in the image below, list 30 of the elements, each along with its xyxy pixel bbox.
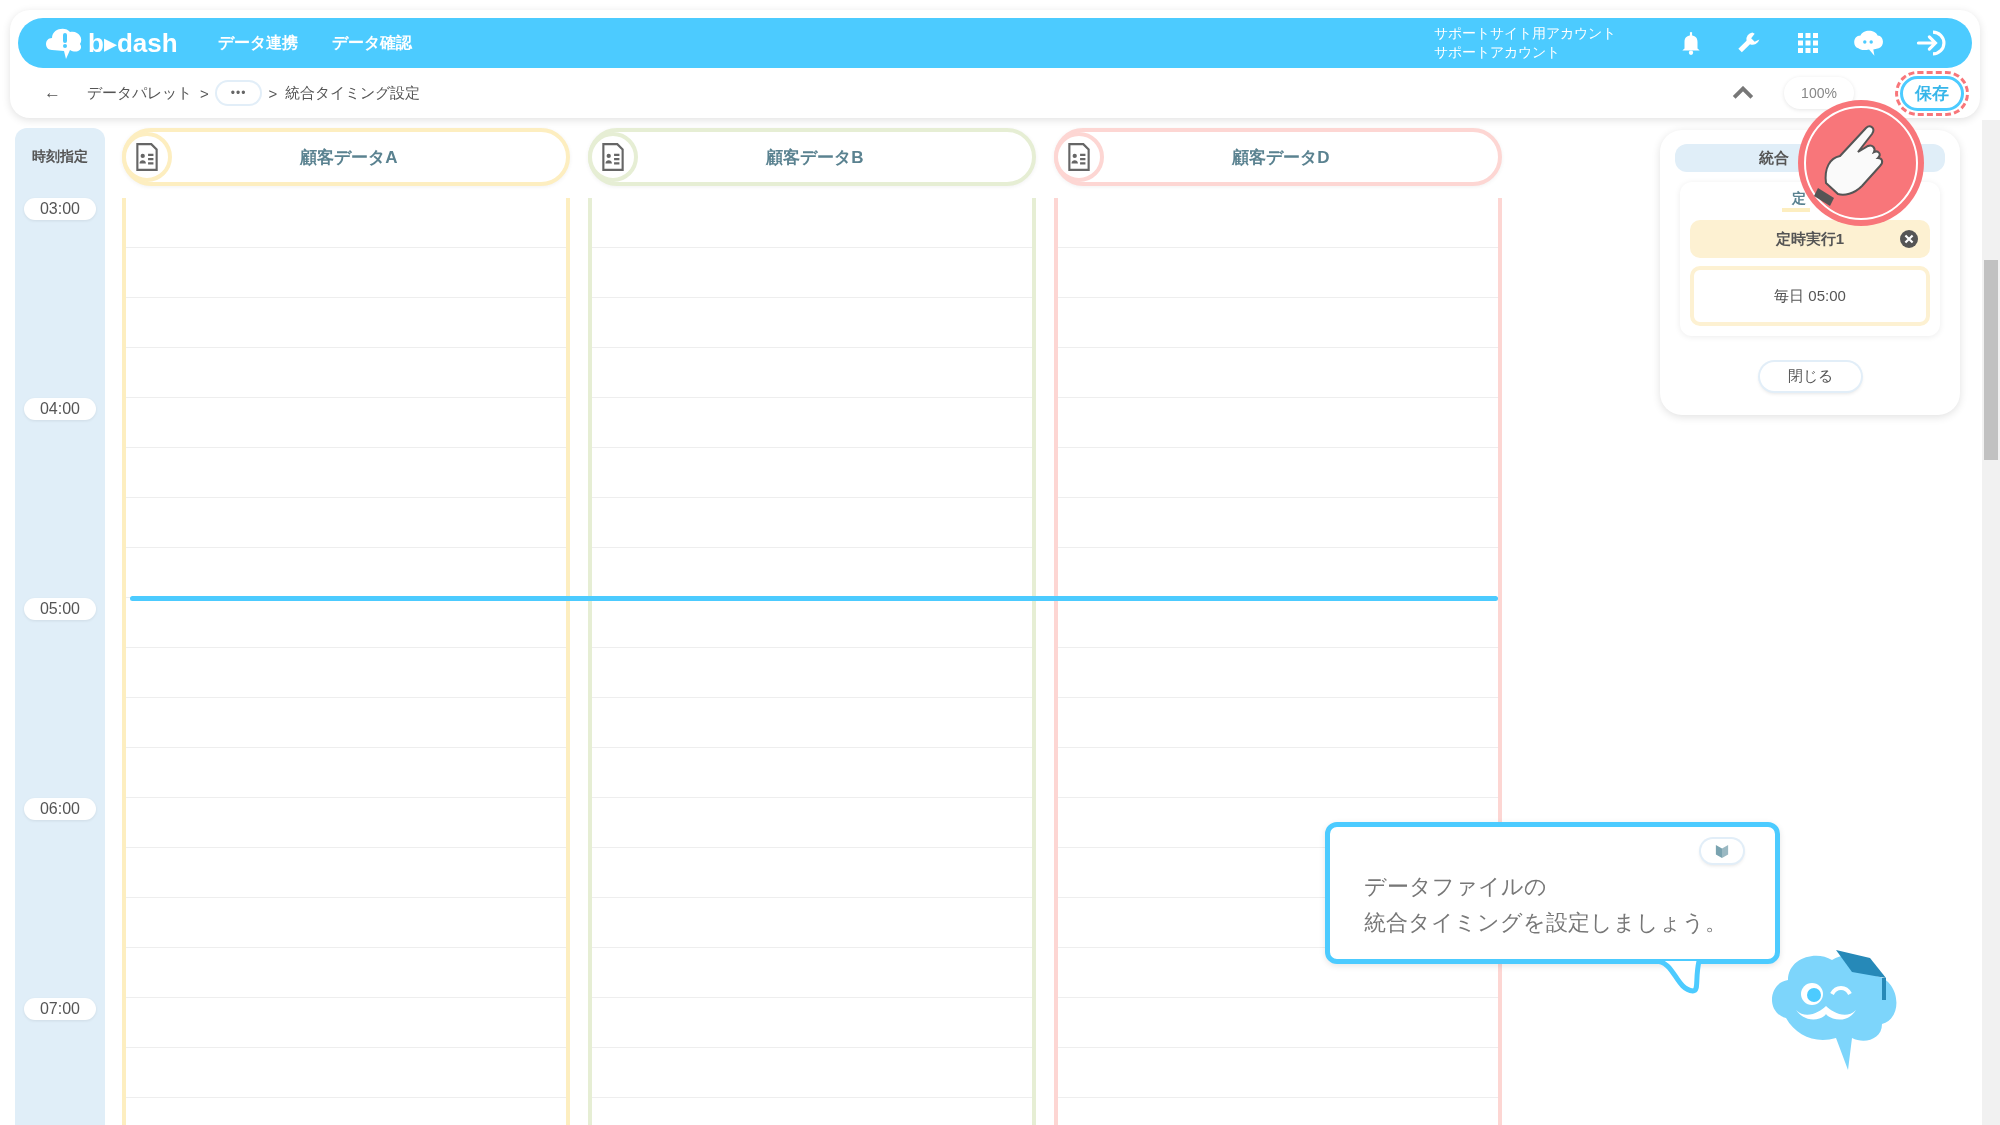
cloud-logo-icon: [44, 26, 84, 60]
document-icon: [1054, 132, 1104, 182]
zoom-select[interactable]: 100%: [1784, 77, 1854, 109]
scrollbar[interactable]: [1982, 120, 2000, 1125]
column-header[interactable]: 顧客データB: [588, 128, 1036, 186]
breadcrumb-current: 統合タイミング設定: [285, 83, 421, 103]
remove-icon[interactable]: [1900, 230, 1918, 248]
back-button[interactable]: ←: [44, 83, 61, 103]
schedule-name: 定時実行1: [1690, 220, 1930, 258]
document-icon: [122, 132, 172, 182]
tutorial-message: データファイルの 統合タイミングを設定しましょう。: [1364, 873, 1727, 937]
time-label: 04:00: [23, 398, 96, 420]
beginner-mark-icon[interactable]: [1701, 839, 1743, 863]
time-label: 03:00: [23, 198, 96, 220]
schedule-value[interactable]: 毎日 05:00: [1690, 266, 1930, 326]
breadcrumb-link[interactable]: データパレット: [87, 83, 192, 103]
mascot-icon[interactable]: [1852, 29, 1884, 57]
column-header[interactable]: 顧客データD: [1054, 128, 1502, 186]
document-icon: [588, 132, 638, 182]
time-label: 07:00: [23, 998, 96, 1020]
grid-icon[interactable]: [1796, 31, 1820, 55]
column-header[interactable]: 顧客データA: [122, 128, 570, 186]
time-label: 05:00: [23, 598, 96, 620]
time-label: 06:00: [23, 798, 96, 820]
collapse-icon[interactable]: [1732, 86, 1754, 100]
breadcrumb-separator: >: [268, 84, 278, 102]
time-header: 時刻指定: [31, 147, 89, 166]
more-button[interactable]: •••: [216, 82, 261, 104]
breadcrumb-separator: >: [200, 84, 209, 102]
close-button[interactable]: 閉じる: [1759, 362, 1861, 391]
